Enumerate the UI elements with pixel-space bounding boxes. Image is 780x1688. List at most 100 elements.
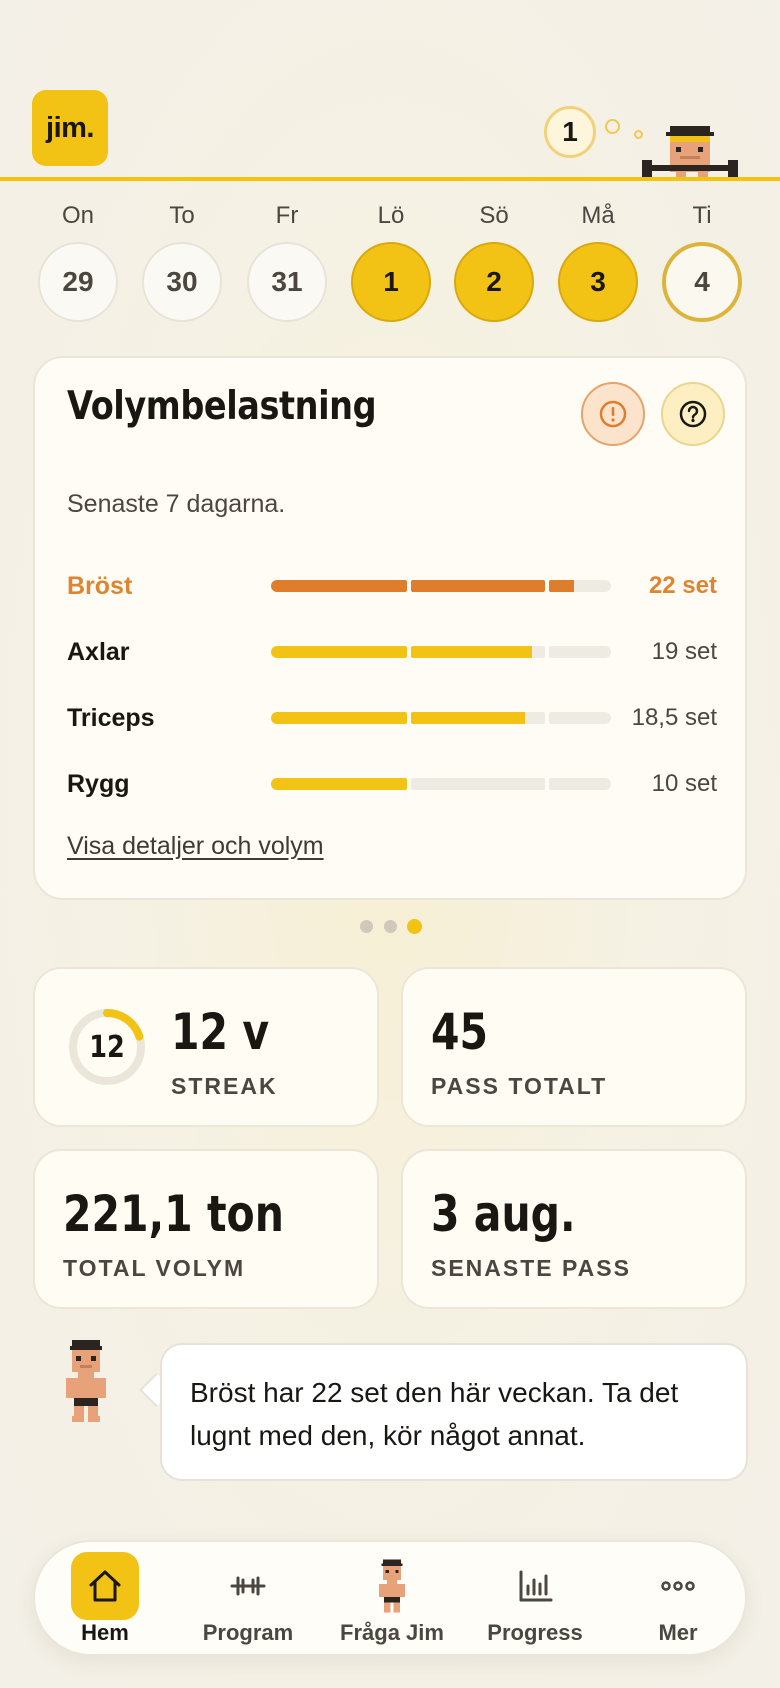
- last-session-tile[interactable]: 3 aug. SENASTE PASS: [401, 1149, 747, 1309]
- day-item[interactable]: Ti 4: [662, 196, 742, 322]
- volume-bar-fill: [411, 712, 525, 724]
- last-session-value: 3 aug.: [431, 1185, 576, 1243]
- nav-item-more[interactable]: Mer: [608, 1542, 748, 1658]
- home-icon: [71, 1552, 139, 1620]
- day-item[interactable]: Lö 1: [351, 196, 431, 322]
- total-volume-value: 221,1 ton: [63, 1185, 284, 1243]
- question-circle-icon: [679, 400, 707, 428]
- day-name: Lö: [377, 202, 405, 229]
- nav-label: Program: [202, 1620, 294, 1645]
- more-dots-icon: [644, 1552, 712, 1620]
- volume-bar-segment: [411, 712, 545, 724]
- nav-item-program[interactable]: Program: [178, 1542, 318, 1658]
- volume-bar-segment: [271, 712, 407, 724]
- volume-bar-segment: [271, 646, 407, 658]
- muscle-name: Axlar: [67, 638, 130, 666]
- muscle-row[interactable]: Triceps 18,5 set: [67, 698, 717, 738]
- volume-load-card[interactable]: Volymbelastning Senaste 7 dagarna. Bröst…: [33, 356, 747, 900]
- volume-bar-segment: [271, 580, 407, 592]
- bar-chart-icon: [501, 1552, 569, 1620]
- day-date[interactable]: 2: [454, 242, 534, 322]
- muscle-row[interactable]: Bröst 22 set: [67, 566, 717, 606]
- nav-label: Progress: [487, 1620, 583, 1645]
- volume-bar-segment: [411, 778, 545, 790]
- muscle-row[interactable]: Axlar 19 set: [67, 632, 717, 672]
- warning-button[interactable]: [581, 382, 645, 446]
- muscle-name: Bröst: [67, 572, 133, 600]
- day-name: Ti: [692, 202, 712, 229]
- volume-bar: [271, 580, 611, 592]
- day-name: Må: [581, 202, 615, 229]
- card-title: Volymbelastning: [67, 384, 377, 429]
- bottom-nav: Hem Program Fråga Jim Progress Mer: [33, 1540, 747, 1656]
- volume-bar-fill: [271, 778, 407, 790]
- volume-bar-segment: [549, 778, 611, 790]
- muscle-name: Triceps: [67, 704, 155, 732]
- streak-ring-number: 12: [89, 1029, 125, 1065]
- muscle-name: Rygg: [67, 770, 130, 798]
- sessions-tile[interactable]: 45 PASS TOTALT: [401, 967, 747, 1127]
- pager-dot-active[interactable]: [407, 919, 422, 934]
- set-count: 10 set: [651, 770, 717, 797]
- details-link[interactable]: Visa detaljer och volym: [67, 832, 324, 861]
- volume-bar-segment: [549, 646, 611, 658]
- volume-bar-fill: [271, 580, 407, 592]
- volume-bar-segment: [271, 778, 407, 790]
- volume-bar: [271, 646, 611, 658]
- day-item[interactable]: To 30: [142, 196, 222, 322]
- pager-dot[interactable]: [384, 920, 397, 933]
- pager-dot[interactable]: [360, 920, 373, 933]
- header-divider: [0, 177, 780, 181]
- nav-item-home[interactable]: Hem: [35, 1542, 175, 1658]
- day-item[interactable]: On 29: [38, 196, 118, 322]
- dumbbell-icon: [214, 1552, 282, 1620]
- day-date[interactable]: 31: [247, 242, 327, 322]
- app-header: jim. 1: [0, 0, 780, 182]
- volume-bar-fill: [271, 712, 407, 724]
- muscle-row[interactable]: Rygg 10 set: [67, 764, 717, 804]
- carousel-pager: [358, 919, 428, 934]
- day-item[interactable]: Fr 31: [247, 196, 327, 322]
- day-item[interactable]: Sö 2: [454, 196, 534, 322]
- day-date[interactable]: 30: [142, 242, 222, 322]
- day-date[interactable]: 29: [38, 242, 118, 322]
- set-count: 22 set: [648, 572, 717, 599]
- jim-avatar-icon: [66, 1340, 106, 1422]
- day-name: Sö: [479, 202, 509, 229]
- day-date[interactable]: 4: [662, 242, 742, 322]
- day-date[interactable]: 1: [351, 242, 431, 322]
- card-subtitle: Senaste 7 dagarna.: [67, 490, 286, 518]
- set-count: 18,5 set: [631, 704, 717, 731]
- volume-bar: [271, 712, 611, 724]
- sessions-caption: PASS TOTALT: [431, 1073, 608, 1099]
- thought-dot: [605, 119, 620, 134]
- volume-bar-segment: [411, 580, 545, 592]
- volume-bar-fill: [411, 580, 545, 592]
- volume-bar-segment: [549, 712, 611, 724]
- volume-bar-segment: [549, 580, 611, 592]
- jim-tip-bubble[interactable]: Bröst har 22 set den här veckan. Ta det …: [160, 1343, 748, 1481]
- last-session-caption: SENASTE PASS: [431, 1255, 631, 1281]
- total-volume-tile[interactable]: 221,1 ton TOTAL VOLYM: [33, 1149, 379, 1309]
- sessions-value: 45: [431, 1003, 489, 1061]
- total-volume-caption: TOTAL VOLYM: [63, 1255, 246, 1281]
- exclamation-circle-icon: [599, 400, 627, 428]
- streak-value: 12 v: [171, 1003, 270, 1061]
- day-name: To: [169, 202, 195, 229]
- app-logo[interactable]: jim.: [32, 90, 108, 166]
- jim-lifting-icon: [642, 126, 738, 178]
- volume-bar-fill: [271, 646, 407, 658]
- help-button[interactable]: [661, 382, 725, 446]
- volume-bar-fill: [411, 646, 532, 658]
- day-date[interactable]: 3: [558, 242, 638, 322]
- nav-item-ask-jim[interactable]: Fråga Jim: [322, 1542, 462, 1658]
- notification-count-badge[interactable]: 1: [544, 106, 596, 158]
- week-strip: On 29 To 30 Fr 31 Lö 1 Sö 2 Må 3 Ti 4: [26, 196, 756, 326]
- nav-item-progress[interactable]: Progress: [465, 1542, 605, 1658]
- nav-label: Hem: [81, 1620, 129, 1645]
- streak-tile[interactable]: 12 12 v STREAK: [33, 967, 379, 1127]
- day-item[interactable]: Må 3: [558, 196, 638, 322]
- nav-label: Fråga Jim: [340, 1620, 444, 1645]
- volume-bar-fill: [549, 580, 574, 592]
- day-name: On: [61, 202, 94, 229]
